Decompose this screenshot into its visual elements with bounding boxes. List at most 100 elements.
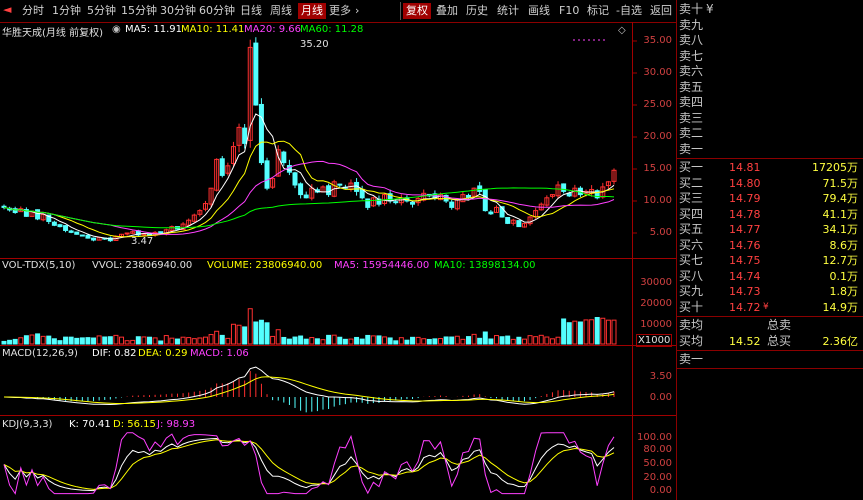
- buy-level-label: 买五: [679, 222, 704, 236]
- volume-bar: [247, 308, 253, 345]
- kdj-d-line: [3, 439, 615, 490]
- volume-bar: [35, 333, 41, 345]
- volume-bar: [202, 336, 208, 345]
- volume-bar: [107, 336, 113, 345]
- candle-body: [63, 225, 69, 231]
- volume-bar: [158, 340, 164, 345]
- volume-bar: [516, 336, 522, 345]
- buy-level-label: 买八: [679, 268, 704, 283]
- sell-level-label: 卖七: [679, 48, 704, 63]
- order-book-panel: 卖十 ¥ 卖九 卖八 卖七 卖六 卖五 卖四 卖三 卖二 卖一 买一 14.81 17205万 买二 14.…: [676, 0, 863, 500]
- candle-body: [85, 234, 91, 239]
- volume-bar: [292, 336, 298, 345]
- volume-bar: [326, 334, 332, 345]
- volume-bar: [119, 336, 125, 345]
- buy-level-row: 买五 14.77 34.1万: [677, 222, 863, 237]
- volume-bar: [365, 334, 371, 345]
- candle-body: [303, 194, 309, 199]
- volume-bar: [359, 338, 365, 345]
- buy-level-row: 买四 14.78 41.1万: [677, 207, 863, 222]
- buy-level-price: 14.75: [729, 254, 761, 267]
- volume-bar: [152, 337, 158, 345]
- candle-body: [124, 232, 130, 235]
- volume-bar: [370, 335, 376, 345]
- diamond-icon[interactable]: ◇: [618, 25, 626, 36]
- volume-bar: [382, 336, 388, 345]
- volume-bar: [85, 337, 91, 345]
- kdj-tick: 80.00: [643, 444, 672, 455]
- volume-bar: [1, 340, 7, 345]
- volume-bar: [493, 335, 499, 345]
- candle-body: [219, 158, 225, 176]
- volume-bar: [46, 335, 52, 345]
- volume-bar: [549, 338, 555, 345]
- buy-level-row: 买六 14.76 8.6万: [677, 238, 863, 253]
- buy10-mark: ¥: [763, 301, 769, 312]
- volume-bar: [219, 334, 225, 345]
- volume-bar: [197, 337, 203, 345]
- volume-bar: [348, 338, 354, 345]
- candle-body: [477, 185, 483, 192]
- vol-ma10-label: MA10: 13898134.00: [434, 260, 536, 271]
- candle-body: [482, 189, 488, 212]
- macd-histogram: [3, 366, 615, 413]
- candle-body: [35, 209, 41, 220]
- kdj-tick: 20.00: [643, 472, 672, 483]
- bottom-row: 卖一: [677, 352, 863, 367]
- volume-bar: [533, 336, 539, 345]
- kdj-tick: 0.00: [649, 485, 672, 496]
- candle-body: [505, 217, 511, 224]
- volume-bar: [426, 338, 432, 345]
- volume-bar: [208, 334, 214, 345]
- buy-level-volume: 0.1万: [829, 269, 859, 283]
- buy-level-label: 买十: [679, 299, 704, 314]
- volume-bar: [225, 337, 231, 345]
- vol-title: VOL-TDX(5,10): [2, 260, 76, 271]
- volume-bar: [337, 336, 343, 345]
- buy-level-price: 14.77: [729, 223, 761, 236]
- volume-bar: [376, 335, 382, 345]
- volume-bar: [488, 338, 494, 345]
- candle-body: [561, 183, 567, 192]
- volume-bar: [174, 338, 180, 345]
- ma-line: [3, 113, 615, 240]
- sell-level-label: 卖三: [679, 110, 704, 125]
- buy-level-price: 14.78: [729, 207, 761, 221]
- options-icon[interactable]: ◉: [112, 24, 121, 35]
- bottom-label: 卖一: [679, 352, 704, 366]
- volume-bar: [605, 319, 611, 345]
- kdj-tick: 100.00: [637, 432, 672, 443]
- sell-level-row: 卖六: [677, 64, 863, 79]
- buy-level-price: 14.76: [729, 238, 761, 252]
- volume-bar: [421, 338, 427, 345]
- sell-level-label: 卖四: [679, 95, 704, 109]
- low-price-label: 3.47: [131, 236, 154, 247]
- candle-body: [410, 201, 416, 205]
- volume-bar: [589, 319, 595, 345]
- price-tick: 20.00: [643, 131, 672, 142]
- volume-bar: [180, 336, 186, 345]
- sell-top-symbol: ¥: [706, 2, 714, 16]
- volume-bar: [566, 322, 572, 345]
- volume-bar: [465, 336, 471, 345]
- volume-bar: [298, 335, 304, 345]
- candle-body: [74, 231, 80, 235]
- volume-bar: [74, 337, 80, 345]
- volume-bar: [163, 335, 169, 345]
- volume-bar: [482, 331, 488, 345]
- sell-level-label: 卖一: [679, 141, 704, 156]
- volume-bar: [527, 335, 533, 345]
- macd-title: MACD(12,26,9): [2, 348, 78, 359]
- buy-level-label: 买三: [679, 191, 704, 205]
- volume-bar: [594, 317, 600, 345]
- volume-bar: [611, 319, 617, 345]
- sell-level-label: 卖五: [679, 79, 704, 94]
- stock-title: 华胜天成(月线 前复权): [2, 28, 103, 39]
- sell-avg-row: 卖均 总卖: [677, 318, 863, 333]
- candle-body: [91, 237, 97, 241]
- volume-bar: [23, 335, 29, 345]
- volume-bar: [499, 336, 505, 345]
- buy-level-row: 买七 14.75 12.7万: [677, 253, 863, 268]
- volume-bar: [303, 338, 309, 345]
- candle-body: [57, 224, 63, 228]
